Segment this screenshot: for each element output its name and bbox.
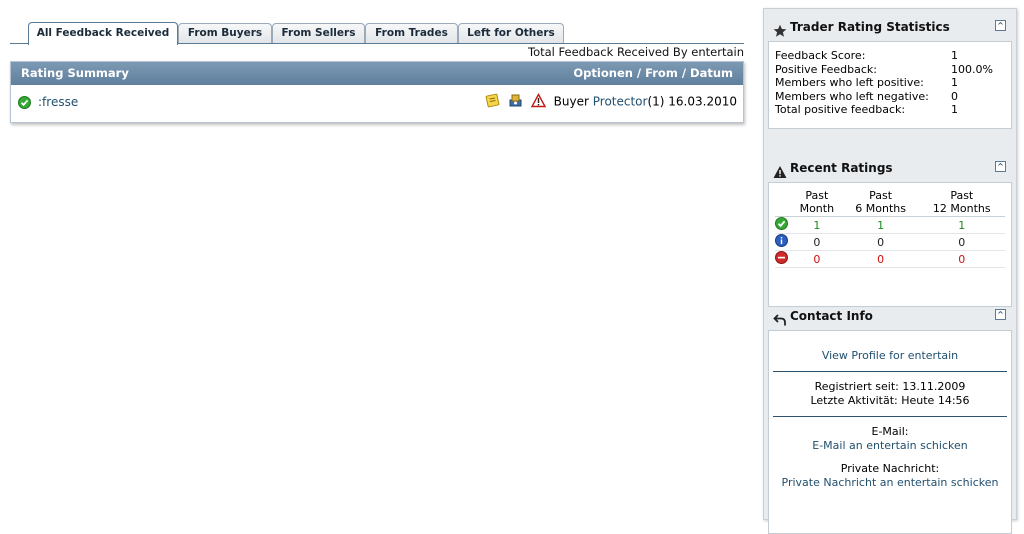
stat-value: 1 bbox=[951, 103, 958, 117]
recent-ratings-table: Past Month Past 6 Months Past 12 Months 1 1… bbox=[775, 187, 1005, 268]
collapse-icon[interactable]: ^ bbox=[995, 161, 1006, 172]
table-row: 0 0 0 bbox=[775, 233, 1005, 251]
trader-rating-statistics-panel: Trader Rating Statistics ^ Feedback Scor… bbox=[768, 13, 1012, 129]
registered-since: Registriert seit: 13.11.2009 bbox=[814, 380, 966, 393]
stat-value: 100.0% bbox=[951, 62, 993, 76]
rating-count: 0 bbox=[842, 233, 919, 251]
rating-count: 1 bbox=[842, 216, 919, 234]
rating-summary-header: Rating Summary Optionen / From / Datum bbox=[11, 62, 743, 85]
negative-minus-icon bbox=[775, 250, 791, 268]
warning-triangle-icon bbox=[773, 161, 787, 189]
trade-icon[interactable] bbox=[508, 93, 523, 111]
tab-from-buyers[interactable]: From Buyers bbox=[178, 23, 272, 43]
stat-value: 1 bbox=[951, 49, 958, 62]
stat-value: 1 bbox=[951, 76, 958, 90]
stat-value: 0 bbox=[951, 89, 958, 103]
rating-count: 1 bbox=[791, 216, 843, 234]
rating-count: 0 bbox=[842, 250, 919, 268]
tab-left-for-others[interactable]: Left for Others bbox=[458, 23, 564, 43]
column-header-empty bbox=[775, 187, 791, 217]
stat-row: Total positive feedback: 1 bbox=[775, 103, 1005, 117]
stat-label: Feedback Score: bbox=[775, 49, 866, 62]
view-profile-link[interactable]: View Profile for entertain bbox=[822, 349, 958, 362]
recent-ratings-panel: Recent Ratings ^ Past Month Past 6 Months … bbox=[768, 154, 1012, 307]
table-row: :fresse Buyer Protector(1) 16.03.2010 bbox=[11, 85, 743, 122]
rating-summary-table: Rating Summary Optionen / From / Datum :… bbox=[10, 61, 744, 123]
stat-row: Positive Feedback: 100.0% bbox=[775, 63, 1005, 77]
stat-label: Members who left negative: bbox=[775, 89, 929, 103]
rating-summary-columns: Optionen / From / Datum bbox=[573, 66, 733, 80]
contact-info-panel: Contact Info ^ View Profile for entertai… bbox=[768, 302, 1012, 534]
rating-count: 0 bbox=[918, 233, 1005, 251]
panel-title: Recent Ratings bbox=[790, 161, 893, 175]
tab-from-sellers[interactable]: From Sellers bbox=[272, 23, 365, 43]
feedback-tabs: All Feedback Received From Buyers From S… bbox=[10, 22, 744, 45]
stat-row: Members who left negative: 0 bbox=[775, 90, 1005, 104]
column-header-past-12-months: Past 12 Months bbox=[918, 187, 1005, 217]
rating-count: 1 bbox=[918, 216, 1005, 234]
panel-title: Trader Rating Statistics bbox=[790, 20, 950, 34]
stats-body: Feedback Score: 1 Positive Feedback: 100.0… bbox=[768, 41, 1012, 129]
panel-header: Trader Rating Statistics ^ bbox=[768, 13, 1012, 41]
report-warning-icon[interactable] bbox=[530, 93, 547, 111]
recent-ratings-body: Past Month Past 6 Months Past 12 Months 1 1… bbox=[768, 182, 1012, 307]
private-message-label: Private Nachricht: bbox=[840, 462, 940, 475]
panel-header: Recent Ratings ^ bbox=[768, 154, 1012, 182]
collapse-icon[interactable]: ^ bbox=[995, 309, 1006, 320]
feedback-from-user-link[interactable]: Protector bbox=[593, 95, 648, 109]
note-icon[interactable] bbox=[485, 93, 500, 111]
panel-title: Contact Info bbox=[790, 309, 873, 323]
feedback-comment: :fresse bbox=[38, 95, 79, 109]
tab-from-trades[interactable]: From Trades bbox=[365, 23, 458, 43]
back-arrow-icon bbox=[773, 309, 787, 337]
rating-count: 0 bbox=[791, 233, 843, 251]
tab-all-feedback[interactable]: All Feedback Received bbox=[28, 22, 178, 45]
send-email-link[interactable]: E-Mail an entertain schicken bbox=[812, 439, 967, 452]
stat-label: Total positive feedback: bbox=[775, 103, 906, 117]
positive-check-icon bbox=[18, 96, 31, 112]
stat-label: Positive Feedback: bbox=[775, 62, 877, 76]
rating-count: 0 bbox=[791, 250, 843, 268]
column-header-past-month: Past Month bbox=[791, 187, 843, 217]
feedback-date: 16.03.2010 bbox=[668, 94, 737, 109]
table-row: 0 0 0 bbox=[775, 250, 1005, 268]
rating-summary-title: Rating Summary bbox=[21, 66, 129, 80]
feedback-from-count: (1) bbox=[647, 94, 665, 109]
table-row: 1 1 1 bbox=[775, 216, 1005, 234]
stat-row: Members who left positive: 1 bbox=[775, 76, 1005, 90]
divider bbox=[773, 416, 1007, 417]
neutral-info-icon bbox=[775, 233, 791, 251]
column-header-past-6-months: Past 6 Months bbox=[842, 187, 919, 217]
send-private-message-link[interactable]: Private Nachricht an entertain schicken bbox=[782, 476, 999, 489]
last-activity: Letzte Aktivität: Heute 14:56 bbox=[810, 394, 970, 407]
contact-info-body: View Profile for entertain Registriert s… bbox=[768, 330, 1012, 534]
rating-count: 0 bbox=[918, 250, 1005, 268]
total-feedback-caption: Total Feedback Received By entertain bbox=[528, 45, 744, 59]
email-label: E-Mail: bbox=[871, 425, 909, 438]
sidebar: Trader Rating Statistics ^ Feedback Scor… bbox=[763, 8, 1017, 534]
star-icon bbox=[773, 20, 787, 48]
stat-label: Members who left positive: bbox=[775, 76, 924, 90]
feedback-row-options: Buyer Protector(1) 16.03.2010 bbox=[485, 93, 737, 111]
positive-check-icon bbox=[775, 216, 791, 234]
stat-row: Feedback Score: 1 bbox=[775, 49, 1005, 63]
feedback-role: Buyer bbox=[553, 94, 589, 109]
recent-ratings-header-row: Past Month Past 6 Months Past 12 Months bbox=[775, 187, 1005, 217]
panel-header: Contact Info ^ bbox=[768, 302, 1012, 330]
divider bbox=[773, 371, 1007, 372]
collapse-icon[interactable]: ^ bbox=[995, 20, 1006, 31]
